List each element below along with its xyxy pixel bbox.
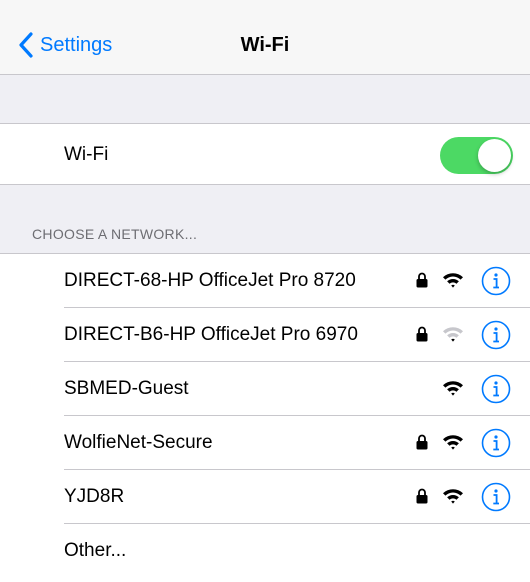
network-name: DIRECT-B6-HP OfficeJet Pro 6970	[64, 324, 358, 345]
network-row[interactable]: YJD8R	[0, 470, 530, 524]
network-name: SBMED-Guest	[64, 378, 189, 399]
lock-icon	[416, 488, 428, 504]
info-icon[interactable]	[481, 320, 511, 350]
navigation-bar: Settings Wi-Fi	[0, 0, 530, 75]
wifi-signal-icon	[442, 325, 464, 343]
info-icon[interactable]	[481, 428, 511, 458]
wifi-signal-icon	[442, 379, 464, 397]
page-title: Wi-Fi	[240, 34, 290, 56]
wifi-signal-icon	[442, 271, 464, 289]
wifi-label: Wi-Fi	[64, 144, 109, 165]
wifi-toggle[interactable]	[440, 137, 513, 174]
other-network-row[interactable]: Other...	[0, 524, 530, 578]
network-name: Other...	[64, 540, 127, 561]
network-name: YJD8R	[64, 486, 125, 507]
info-icon[interactable]	[481, 374, 511, 404]
lock-icon	[416, 434, 428, 450]
info-icon[interactable]	[481, 482, 511, 512]
network-row[interactable]: DIRECT-B6-HP OfficeJet Pro 6970	[0, 308, 530, 362]
wifi-toggle-row: Wi-Fi	[0, 123, 530, 185]
network-name: DIRECT-68-HP OfficeJet Pro 8720	[64, 270, 356, 291]
network-row[interactable]: WolfieNet-Secure	[0, 416, 530, 470]
info-icon[interactable]	[481, 266, 511, 296]
lock-icon	[416, 326, 428, 342]
network-list: DIRECT-68-HP OfficeJet Pro 8720 DIRECT-B6…	[0, 253, 530, 582]
network-row[interactable]: DIRECT-68-HP OfficeJet Pro 8720	[0, 254, 530, 308]
toggle-knob	[478, 139, 511, 172]
section-header: CHOOSE A NETWORK...	[32, 226, 198, 242]
wifi-signal-icon	[442, 487, 464, 505]
lock-icon	[416, 272, 428, 288]
network-row[interactable]: SBMED-Guest	[0, 362, 530, 416]
network-name: WolfieNet-Secure	[64, 432, 213, 453]
wifi-signal-icon	[442, 433, 464, 451]
